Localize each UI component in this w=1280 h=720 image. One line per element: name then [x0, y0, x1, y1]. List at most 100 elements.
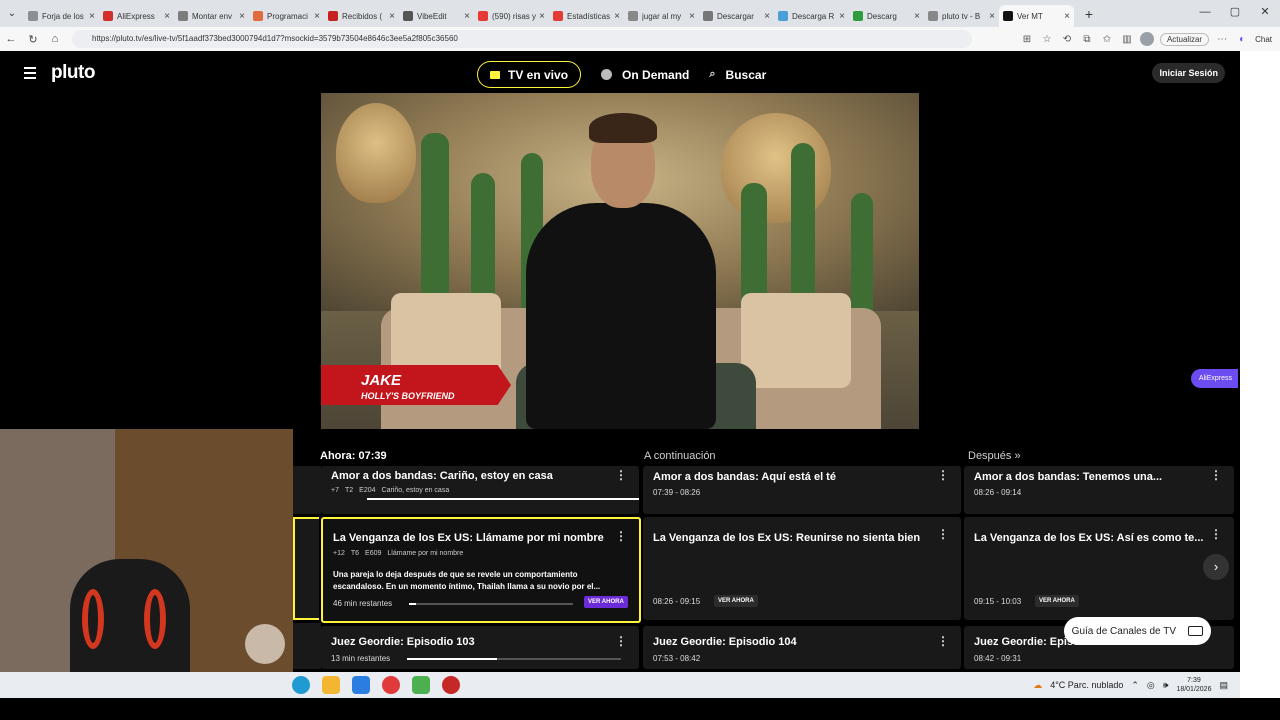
browser-tab[interactable]: VibeEdit × — [399, 5, 474, 27]
tray-chevron-icon[interactable]: ⌃ — [1131, 680, 1139, 691]
channel-logo-cell[interactable] — [293, 623, 321, 669]
close-window-icon[interactable]: ✕ — [1250, 0, 1280, 27]
home-icon[interactable]: ⌂ — [44, 33, 66, 45]
new-tab-button[interactable]: + — [1078, 6, 1100, 22]
tab-close-icon[interactable]: × — [689, 11, 695, 22]
edge-icon[interactable] — [292, 676, 310, 694]
tab-close-icon[interactable]: × — [614, 11, 620, 22]
notifications-icon[interactable]: ▤ — [1219, 680, 1228, 691]
more-options-icon[interactable]: ⋮ — [937, 634, 949, 648]
more-options-icon[interactable]: ⋮ — [937, 527, 949, 541]
url-field[interactable]: https://pluto.tv/es/live-tv/5f1aadf373be… — [72, 30, 972, 48]
browser-tab-bar: ⌄ Forja de los × AliExpress × Montar env × Pro… — [0, 0, 1280, 27]
more-options-icon[interactable]: ⋮ — [615, 529, 627, 543]
opera-icon[interactable] — [382, 676, 400, 694]
pluto-logo[interactable]: pluto — [51, 62, 95, 84]
tab-close-icon[interactable]: × — [839, 11, 845, 22]
browser-tab[interactable]: pluto tv - B × — [924, 5, 999, 27]
browser-tab[interactable]: Forja de los × — [24, 5, 99, 27]
split-screen-icon[interactable]: ▥ — [1120, 34, 1134, 45]
collections-icon[interactable]: ⧉ — [1080, 34, 1094, 45]
guide-later-header[interactable]: Después » — [968, 450, 1021, 462]
tab-close-icon[interactable]: × — [164, 11, 170, 22]
network-icon[interactable]: ◎ — [1147, 680, 1155, 691]
channel-guide-button[interactable]: Guía de Canales de TV — [1063, 617, 1211, 645]
channel-logo-cell[interactable] — [293, 466, 321, 514]
app-icon[interactable] — [442, 676, 460, 694]
browser-tab[interactable]: AliExpress × — [99, 5, 174, 27]
chevron-right-icon[interactable]: › — [1203, 554, 1229, 580]
login-button[interactable]: Iniciar Sesión — [1152, 63, 1225, 83]
program-cell-now[interactable]: Amor a dos bandas: Cariño, estoy en casa… — [321, 466, 639, 514]
aliexpress-extension-badge[interactable]: AliExpress — [1190, 369, 1238, 388]
minimize-icon[interactable]: — — [1190, 0, 1220, 27]
hamburger-menu-icon[interactable] — [24, 67, 36, 82]
tab-list-icon[interactable]: ⌄ — [0, 0, 24, 27]
tab-close-icon[interactable]: × — [989, 11, 995, 22]
browser-tab[interactable]: (590) risas y × — [474, 5, 549, 27]
more-options-icon[interactable]: ⋮ — [615, 634, 627, 648]
person-hair — [589, 113, 657, 143]
extensions-icon[interactable]: ⟲ — [1060, 34, 1074, 45]
file-explorer-icon[interactable] — [322, 676, 340, 694]
browser-tab[interactable]: Programaci × — [249, 5, 324, 27]
browser-tab[interactable]: Descarga R × — [774, 5, 849, 27]
favorites-icon[interactable]: ✩ — [1100, 34, 1114, 45]
volume-icon[interactable]: 🕪 — [1163, 680, 1169, 691]
browser-tab[interactable]: Ver MT × — [999, 5, 1074, 27]
nav-search[interactable]: ⌕ Buscar — [709, 68, 766, 82]
tab-close-icon[interactable]: × — [314, 11, 320, 22]
bottom-strip — [0, 698, 1280, 720]
clock[interactable]: 7:39 18/01/2026 — [1176, 676, 1211, 694]
browser-tab[interactable]: Recibidos (× — [324, 5, 399, 27]
browser-tab[interactable]: Estadísticas × — [549, 5, 624, 27]
nav-on-demand[interactable]: On Demand — [601, 68, 689, 82]
weather-icon[interactable]: ☁ — [1033, 680, 1042, 691]
program-cell-later[interactable]: La Venganza de los Ex US: Así es como te… — [964, 517, 1234, 620]
tab-close-icon[interactable]: × — [239, 11, 245, 22]
back-icon[interactable]: ← — [0, 33, 22, 45]
reload-icon[interactable]: ↻ — [22, 33, 44, 46]
video-player[interactable]: JAKE HOLLY'S BOYFRIEND — [321, 93, 919, 429]
tab-close-icon[interactable]: × — [464, 11, 470, 22]
program-cell-now[interactable]: Juez Geordie: Episodio 103 ⋮ 13 min rest… — [321, 626, 639, 669]
store-icon[interactable] — [352, 676, 370, 694]
program-cell-later[interactable]: Amor a dos bandas: Tenemos una... ⋮ 08:2… — [964, 466, 1234, 514]
maximize-icon[interactable]: ▢ — [1220, 0, 1250, 27]
more-options-icon[interactable]: ⋮ — [615, 468, 627, 482]
tab-close-icon[interactable]: × — [89, 11, 95, 22]
nav-live-tv[interactable]: TV en vivo — [477, 61, 582, 88]
copilot-icon[interactable]: ◐ — [1235, 34, 1249, 45]
address-bar-row: ← ↻ ⌂ https://pluto.tv/es/live-tv/5f1aad… — [0, 27, 1280, 51]
chat-button[interactable]: Chat — [1255, 35, 1272, 44]
tab-close-icon[interactable]: × — [389, 11, 395, 22]
browser-tab[interactable]: Descargar × — [699, 5, 774, 27]
program-cell-next[interactable]: La Venganza de los Ex US: Reunirse no si… — [643, 517, 961, 620]
channel-logo-cell[interactable] — [293, 517, 319, 620]
program-cell-now-active[interactable]: La Venganza de los Ex US: Llámame por mi… — [321, 517, 641, 623]
more-options-icon[interactable]: ⋮ — [1210, 527, 1222, 541]
tab-close-icon[interactable]: × — [1064, 11, 1070, 22]
browser-tab[interactable]: Descarg × — [849, 5, 924, 27]
more-options-icon[interactable]: ⋮ — [937, 468, 949, 482]
tab-close-icon[interactable]: × — [764, 11, 770, 22]
apps-icon[interactable]: ⊞ — [1020, 34, 1034, 45]
app-icon[interactable] — [412, 676, 430, 694]
watch-now-button[interactable]: VER AHORA — [714, 595, 758, 607]
more-icon[interactable]: ⋯ — [1215, 34, 1229, 45]
weather-text[interactable]: 4°C Parc. nublado — [1050, 680, 1123, 690]
more-options-icon[interactable]: ⋮ — [1210, 468, 1222, 482]
tab-close-icon[interactable]: × — [539, 11, 545, 22]
favorite-star-icon[interactable]: ☆ — [1040, 34, 1054, 45]
profile-avatar[interactable] — [1139, 32, 1154, 46]
watch-now-button[interactable]: VER AHORA — [584, 596, 628, 608]
update-button[interactable]: Actualizar — [1159, 32, 1210, 46]
tv-icon — [490, 70, 500, 79]
program-cell-next[interactable]: Juez Geordie: Episodio 104 ⋮ 07:53 - 08:… — [643, 626, 961, 669]
browser-tab[interactable]: jugar al my × — [624, 5, 699, 27]
season: T6 — [350, 550, 360, 557]
program-cell-next[interactable]: Amor a dos bandas: Aquí está el té ⋮ 07:… — [643, 466, 961, 514]
watch-now-button[interactable]: VER AHORA — [1035, 595, 1079, 607]
tab-close-icon[interactable]: × — [914, 11, 920, 22]
browser-tab[interactable]: Montar env × — [174, 5, 249, 27]
